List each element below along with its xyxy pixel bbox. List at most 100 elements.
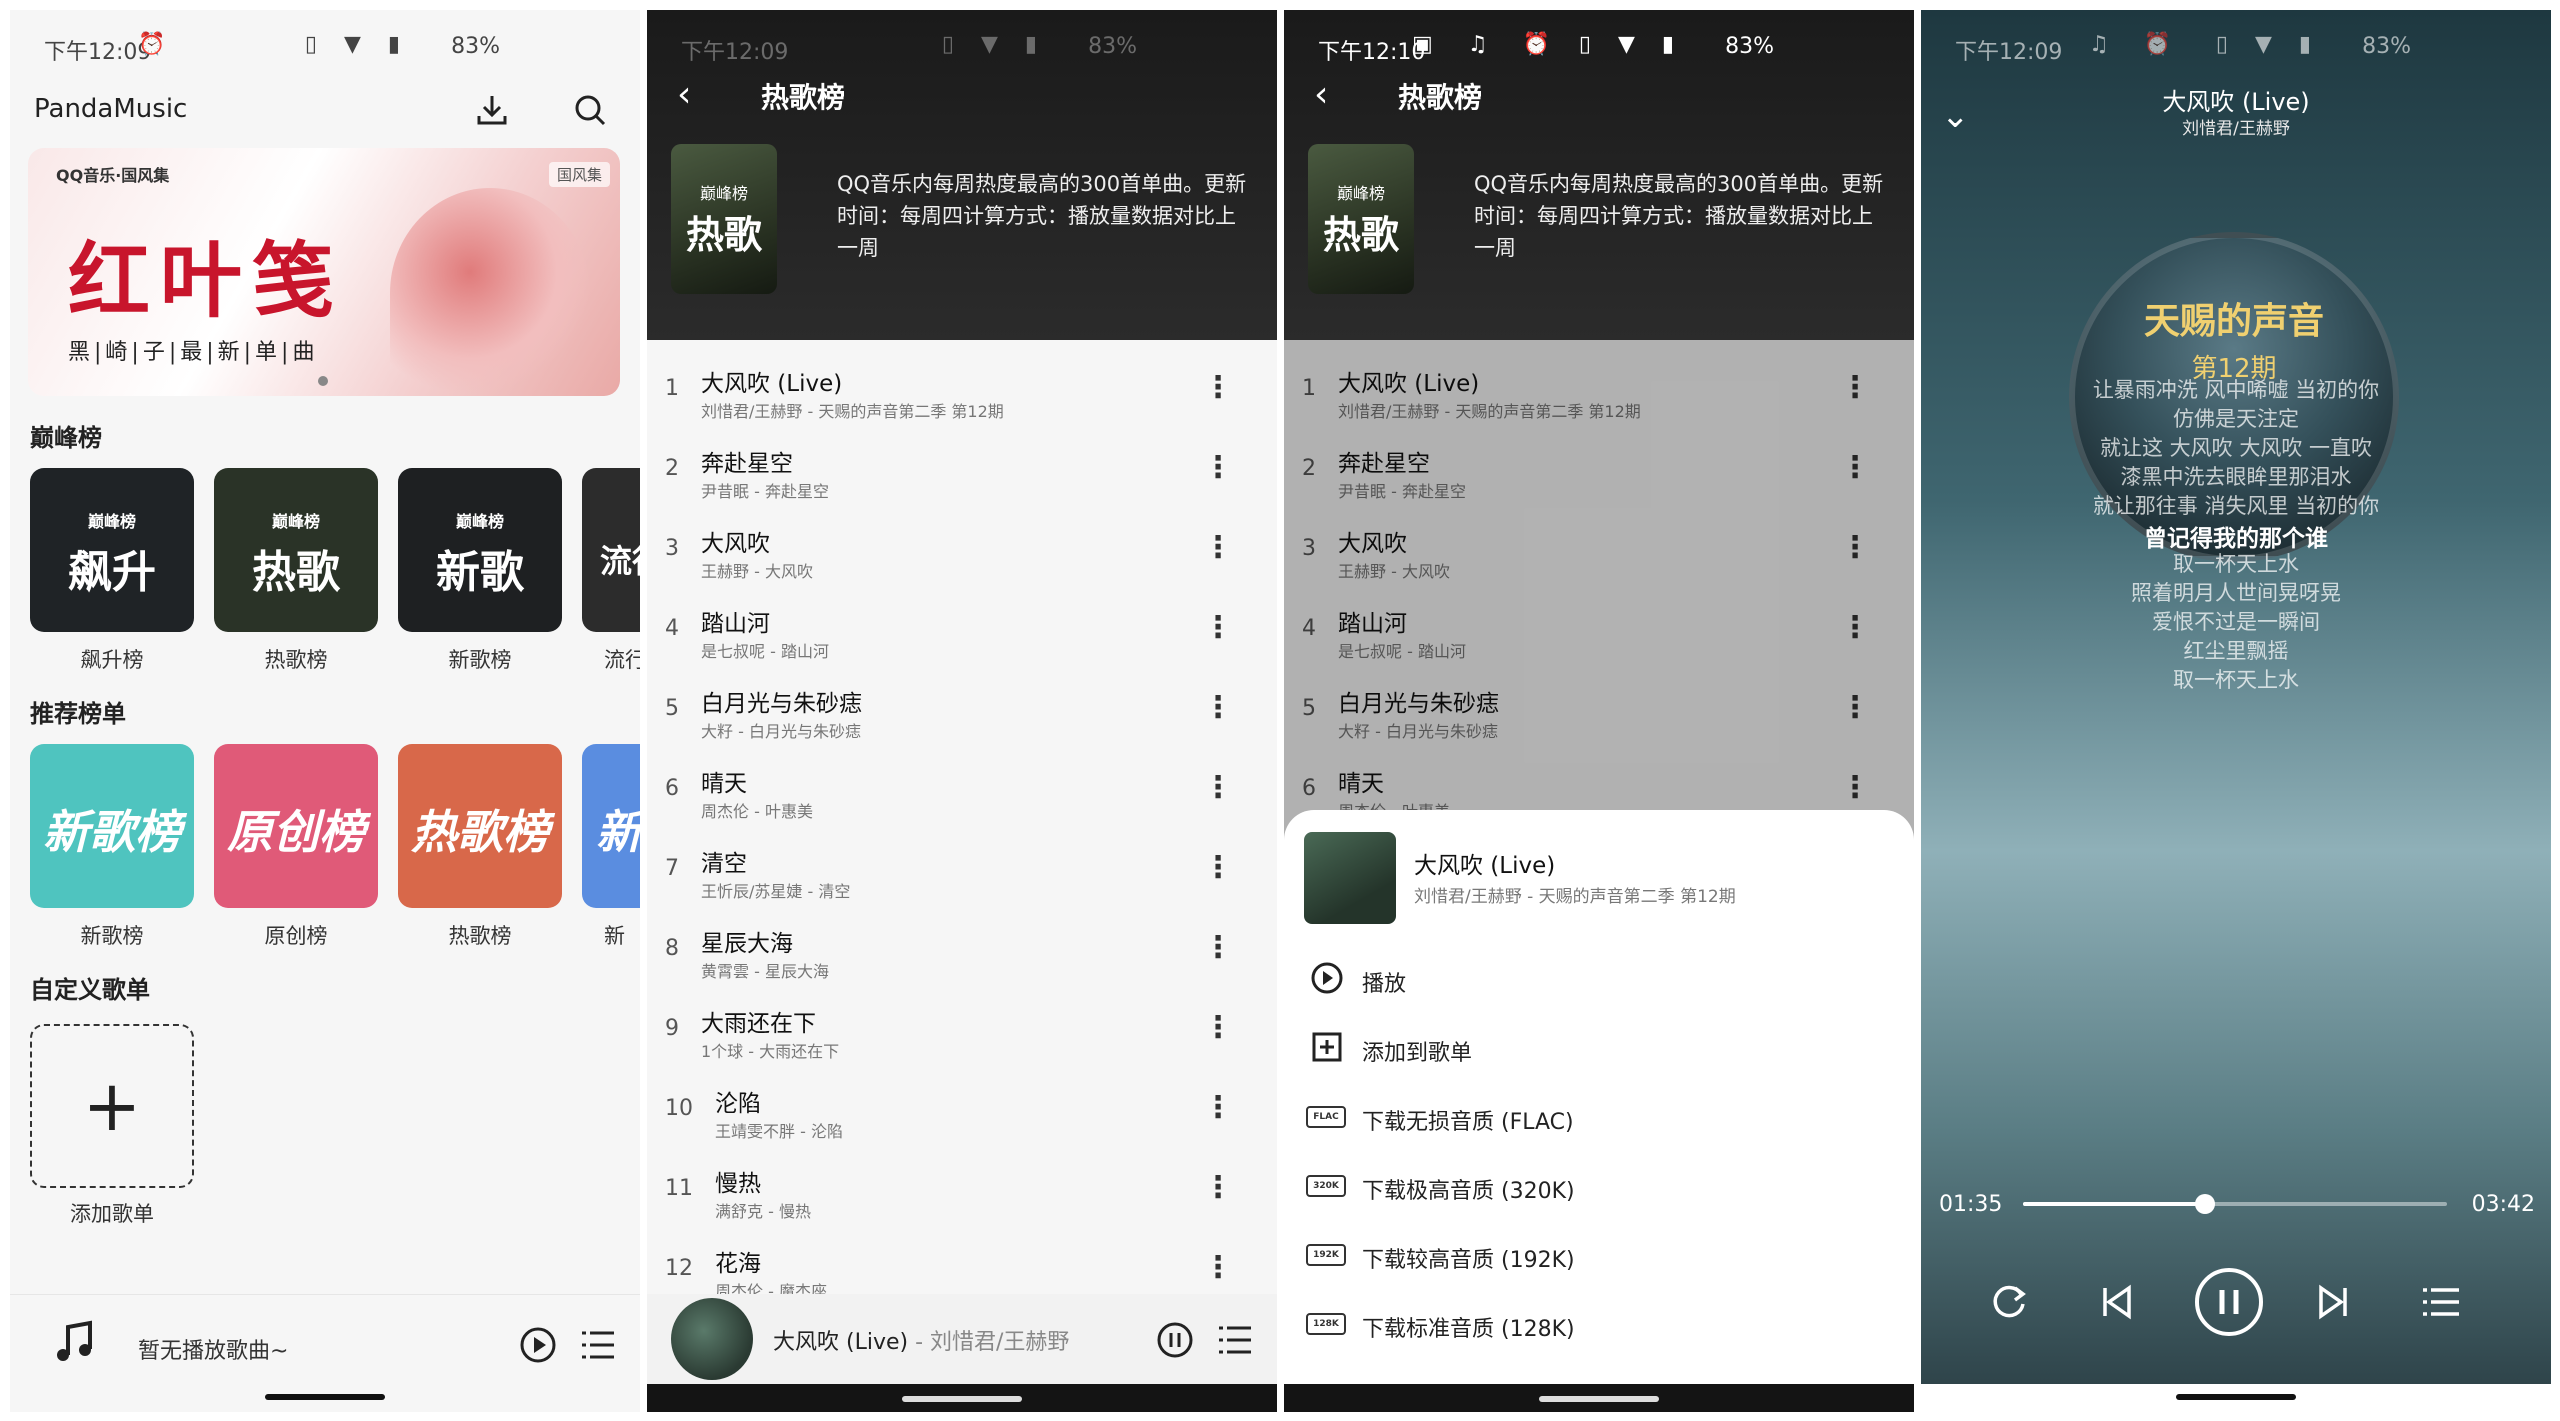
mini-player[interactable]: 大风吹 (Live) - 刘惜君/王赫野 — [647, 1294, 1277, 1384]
back-icon[interactable]: ‹ — [677, 74, 691, 115]
more-vert-icon[interactable]: ⋮ — [1203, 370, 1233, 405]
banner-title: 红叶笺 — [68, 233, 345, 329]
player-song-title: 大风吹 (Live) — [2162, 88, 2310, 116]
sheet-action[interactable]: 播放 — [1284, 950, 1914, 1010]
song-title: 大风吹 — [701, 531, 770, 557]
chart-description: QQ音乐内每周热度最高的300首单曲。更新时间：每周四计算方式：播放量数据对比上… — [1474, 172, 1884, 260]
tile-soaring[interactable]: 巅峰榜 飙升 — [30, 468, 194, 632]
song-rank: 11 — [665, 1176, 693, 1201]
sheet-action[interactable]: 320K 下载极高音质 (320K) — [1284, 1157, 1914, 1217]
tile-label: 热歌榜 — [448, 924, 512, 948]
banner-tag: 国风集 — [548, 162, 610, 187]
song-row[interactable]: 1 大风吹 (Live) 刘惜君/王赫野 - 天赐的声音第二季 第12期 ⋮ — [647, 350, 1277, 430]
repeat-button[interactable] — [1981, 1274, 2037, 1330]
pause-button[interactable] — [2193, 1266, 2265, 1338]
previous-button[interactable] — [2089, 1274, 2145, 1330]
song-subtitle: 王靖雯不胖 - 沦陷 — [715, 1122, 843, 1141]
song-row[interactable]: 9 大雨还在下 1个球 - 大雨还在下 ⋮ — [647, 990, 1277, 1070]
tile-big-label: 原创榜 — [227, 805, 365, 859]
playlist-button[interactable] — [2413, 1274, 2469, 1330]
tile-big-label: 流行 — [600, 542, 640, 580]
more-vert-icon[interactable]: ⋮ — [1203, 1010, 1233, 1045]
tile-rec-new[interactable]: 新歌榜 — [30, 744, 194, 908]
search-icon[interactable] — [570, 90, 610, 130]
tile-rec-hot[interactable]: 热歌榜 — [398, 744, 562, 908]
tile-mini-label: 巅峰榜 — [87, 512, 136, 531]
song-row[interactable]: 3 大风吹 王赫野 - 大风吹 ⋮ — [647, 510, 1277, 590]
tile-label: 新 — [604, 924, 625, 948]
status-bar: 下午12:10 ▣ ♫ ⏰ ▯ ▼ ▮ 83% — [1284, 10, 1914, 80]
tile-rec-more[interactable]: 新 — [582, 744, 640, 908]
tile-big-label: 热歌 — [252, 547, 340, 598]
signal-icons: ▯ ▼ ▮ — [304, 32, 410, 57]
lyric-line: 照着明月人世间晃呀晃 — [2131, 581, 2341, 605]
song-subtitle: 王赫野 - 大风吹 — [701, 562, 813, 581]
status-time: 下午12:09 — [681, 40, 789, 65]
more-vert-icon[interactable]: ⋮ — [1203, 1170, 1233, 1205]
song-title: 踏山河 — [701, 611, 770, 637]
song-row[interactable]: 10 沦陷 王靖雯不胖 - 沦陷 ⋮ — [647, 1070, 1277, 1150]
more-vert-icon[interactable]: ⋮ — [1203, 770, 1233, 805]
next-button[interactable] — [2305, 1274, 2361, 1330]
notification-icons: ♫ ⏰ — [2089, 32, 2186, 57]
sheet-action[interactable]: 128K 下载标准音质 (128K) — [1284, 1295, 1914, 1355]
action-label: 播放 — [1362, 972, 1407, 997]
download-icon[interactable] — [472, 90, 512, 130]
battery-level: 83% — [2362, 34, 2411, 59]
song-row[interactable]: 5 白月光与朱砂痣 大籽 - 白月光与朱砂痣 ⋮ — [647, 670, 1277, 750]
lyric-line: 取一杯天上水 — [2173, 668, 2299, 692]
song-rank: 9 — [665, 1016, 679, 1041]
tile-hot[interactable]: 巅峰榜 热歌 — [214, 468, 378, 632]
album-art — [671, 1298, 753, 1380]
tile-rec-original[interactable]: 原创榜 — [214, 744, 378, 908]
pause-button[interactable] — [1155, 1320, 1195, 1364]
song-row[interactable]: 7 清空 王忻辰/苏星婕 - 清空 ⋮ — [647, 830, 1277, 910]
song-row[interactable]: 11 慢热 满舒克 - 慢热 ⋮ — [647, 1150, 1277, 1230]
more-vert-icon[interactable]: ⋮ — [1203, 450, 1233, 485]
song-subtitle: 尹昔眠 - 奔赴星空 — [701, 482, 829, 501]
lyric-line: 就让这 大风吹 大风吹 一直吹 — [2099, 436, 2373, 460]
song-rank: 2 — [665, 456, 679, 481]
more-vert-icon[interactable]: ⋮ — [1203, 930, 1233, 965]
mini-player-text: 大风吹 (Live) - 刘惜君/王赫野 — [773, 1324, 1069, 1356]
mini-player[interactable]: 暂无播放歌曲~ — [10, 1294, 640, 1412]
add-box-icon — [1312, 1032, 1342, 1062]
tile-big-label: 新歌榜 — [43, 805, 181, 859]
tile-pop[interactable]: 流行 — [582, 468, 640, 632]
more-vert-icon[interactable]: ⋮ — [1203, 530, 1233, 565]
scrim[interactable] — [1284, 340, 1914, 840]
quality-badge-icon: 320K — [1306, 1175, 1346, 1197]
status-time: 下午12:09 — [44, 40, 152, 65]
song-row[interactable]: 4 踏山河 是七叔呢 - 踏山河 ⋮ — [647, 590, 1277, 670]
more-vert-icon[interactable]: ⋮ — [1203, 1250, 1233, 1285]
song-row[interactable]: 2 奔赴星空 尹昔眠 - 奔赴星空 ⋮ — [647, 430, 1277, 510]
mini-player-text: 暂无播放歌曲~ — [138, 1339, 289, 1364]
more-vert-icon[interactable]: ⋮ — [1203, 690, 1233, 725]
tile-big-label: 新歌 — [436, 547, 524, 598]
nav-bar — [647, 1384, 1277, 1412]
total-time: 03:42 — [2471, 1192, 2535, 1217]
banner-carousel[interactable]: QQ音乐·国风集 国风集 红叶笺 黑|崎|子|最|新|单|曲 — [28, 148, 620, 396]
status-bar: 下午12:09 ♫ ⏰ ▯ ▼ ▮ 83% — [1921, 10, 2551, 80]
sheet-action[interactable]: FLAC 下载无损音质 (FLAC) — [1284, 1088, 1914, 1148]
chart-screen: ‹ 热歌榜 巅峰榜 热歌 QQ音乐内每周热度最高的300首单曲。更新时间：每周四… — [647, 10, 1277, 1412]
more-vert-icon[interactable]: ⋮ — [1203, 610, 1233, 645]
progress-slider[interactable] — [2023, 1194, 2447, 1214]
sheet-action[interactable]: 192K 下载较高音质 (192K) — [1284, 1226, 1914, 1286]
tile-new[interactable]: 巅峰榜 新歌 — [398, 468, 562, 632]
status-bar: 下午12:09 ▯ ▼ ▮ 83% — [647, 10, 1277, 80]
tile-big-label: 新 — [596, 805, 640, 859]
song-row[interactable]: 6 晴天周杰伦 - 叶惠美 ⋮ — [647, 750, 1277, 830]
more-vert-icon[interactable]: ⋮ — [1203, 1090, 1233, 1125]
song-row[interactable]: 8 星辰大海 黄霄雲 - 星辰大海 ⋮ — [647, 910, 1277, 990]
playlist-button[interactable] — [1215, 1322, 1255, 1362]
play-circle-icon — [1311, 962, 1343, 994]
progress-knob[interactable] — [2195, 1194, 2216, 1214]
lyric-line: 红尘里飘摇 — [2183, 639, 2289, 663]
more-vert-icon[interactable]: ⋮ — [1203, 850, 1233, 885]
play-button[interactable] — [518, 1325, 558, 1369]
playlist-button[interactable] — [578, 1327, 618, 1367]
back-icon[interactable]: ‹ — [1314, 74, 1328, 115]
sheet-action[interactable]: 添加到歌单 — [1284, 1019, 1914, 1079]
add-playlist-button[interactable]: + — [30, 1024, 194, 1188]
